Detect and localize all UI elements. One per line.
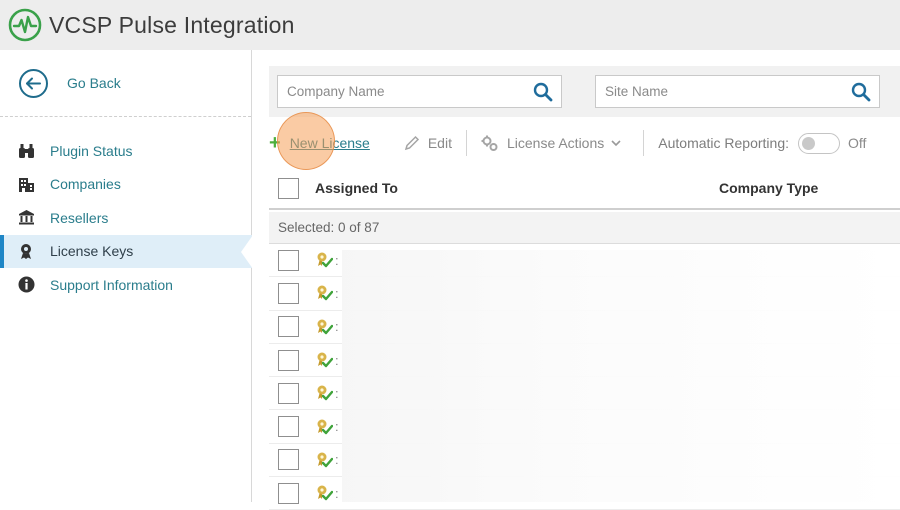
edit-button[interactable]: Edit: [404, 135, 452, 151]
sidebar-item-support-information[interactable]: Support Information: [0, 268, 252, 302]
edit-label: Edit: [427, 135, 452, 151]
license-key-check-icon: [317, 319, 333, 334]
site-name-search: [595, 75, 880, 108]
license-actions-dropdown[interactable]: License Actions: [481, 135, 629, 152]
sidebar-item-resellers[interactable]: Resellers: [0, 201, 252, 235]
new-license-button[interactable]: + New License: [269, 132, 370, 154]
row-checkbox[interactable]: [278, 249, 299, 271]
site-name-input[interactable]: [605, 84, 851, 99]
selected-count: Selected: 0 of 87: [278, 220, 380, 235]
main-content: + New License Edit License Actions Aut: [253, 50, 900, 510]
toolbar-divider: [643, 130, 645, 156]
license-key-check-icon: [317, 452, 333, 468]
column-assigned-to[interactable]: Assigned To: [315, 180, 398, 196]
sidebar-item-license-keys[interactable]: License Keys: [0, 234, 253, 268]
license-key-check-icon: [317, 485, 333, 501]
row-checkbox[interactable]: [278, 449, 299, 471]
row-text: :: [335, 352, 339, 368]
license-key-icon: [17, 242, 35, 260]
new-license-label: New License: [289, 135, 370, 151]
select-all-checkbox[interactable]: [278, 177, 299, 199]
license-key-check-icon: [317, 385, 333, 401]
sidebar-item-plugin-status[interactable]: Plugin Status: [0, 134, 252, 168]
license-key-check-icon: [317, 419, 333, 434]
filter-bar: [269, 66, 900, 117]
row-checkbox[interactable]: [278, 282, 299, 304]
row-text: :: [335, 252, 339, 268]
selection-summary: Selected: 0 of 87: [269, 212, 900, 244]
license-key-check-icon: [317, 252, 333, 268]
license-key-check-icon: [317, 352, 333, 368]
binoculars-icon: [17, 142, 35, 160]
row-text: :: [335, 319, 339, 335]
row-text: :: [335, 452, 339, 468]
row-text: :: [335, 485, 339, 501]
go-back-button[interactable]: Go Back: [0, 50, 251, 117]
go-back-label: Go Back: [67, 75, 121, 91]
row-checkbox[interactable]: [278, 382, 299, 404]
license-actions-label: License Actions: [506, 135, 605, 151]
sidebar-item-label: Plugin Status: [50, 142, 133, 159]
sidebar-item-label: Resellers: [50, 209, 109, 226]
bank-icon: [17, 209, 35, 227]
pencil-icon: [404, 135, 419, 151]
sidebar-nav: Plugin Status Companies Resellers Licens…: [0, 134, 253, 302]
table-header: Assigned To Company Type: [269, 168, 900, 210]
column-company-type[interactable]: Company Type: [719, 180, 818, 196]
automatic-reporting-toggle[interactable]: [798, 132, 840, 154]
gears-icon: [481, 135, 498, 151]
row-checkbox[interactable]: [278, 416, 299, 438]
info-icon: [17, 276, 35, 294]
sidebar: Go Back Plugin Status Companies Reseller…: [0, 50, 253, 502]
chevron-down-icon: [611, 140, 621, 147]
row-text: :: [335, 285, 339, 301]
toggle-knob: [802, 136, 815, 150]
app-title: VCSP Pulse Integration: [49, 11, 295, 38]
app-header: VCSP Pulse Integration: [0, 0, 900, 50]
pulse-logo-icon: [8, 8, 42, 42]
license-key-check-icon: [317, 285, 333, 301]
sidebar-item-label: License Keys: [50, 243, 134, 260]
arrow-left-circle-icon: [19, 68, 48, 98]
search-icon[interactable]: [533, 82, 553, 102]
toggle-state-label: Off: [848, 135, 867, 151]
company-name-input[interactable]: [287, 84, 533, 99]
redacted-content-overlay: [342, 250, 900, 502]
sidebar-item-label: Companies: [50, 176, 121, 193]
row-text: :: [335, 385, 339, 401]
toolbar-divider: [465, 130, 467, 156]
building-icon: [17, 175, 35, 193]
automatic-reporting-label: Automatic Reporting:: [658, 135, 789, 151]
company-name-search: [277, 75, 562, 108]
search-icon[interactable]: [851, 82, 871, 102]
toolbar: + New License Edit License Actions Autom…: [269, 129, 900, 157]
sidebar-item-label: Support Information: [50, 276, 173, 293]
row-checkbox[interactable]: [278, 482, 299, 504]
row-text: :: [335, 419, 339, 435]
row-checkbox[interactable]: [278, 316, 299, 338]
row-checkbox[interactable]: [278, 349, 299, 371]
sidebar-item-companies[interactable]: Companies: [0, 168, 252, 202]
plus-icon: +: [269, 132, 281, 154]
